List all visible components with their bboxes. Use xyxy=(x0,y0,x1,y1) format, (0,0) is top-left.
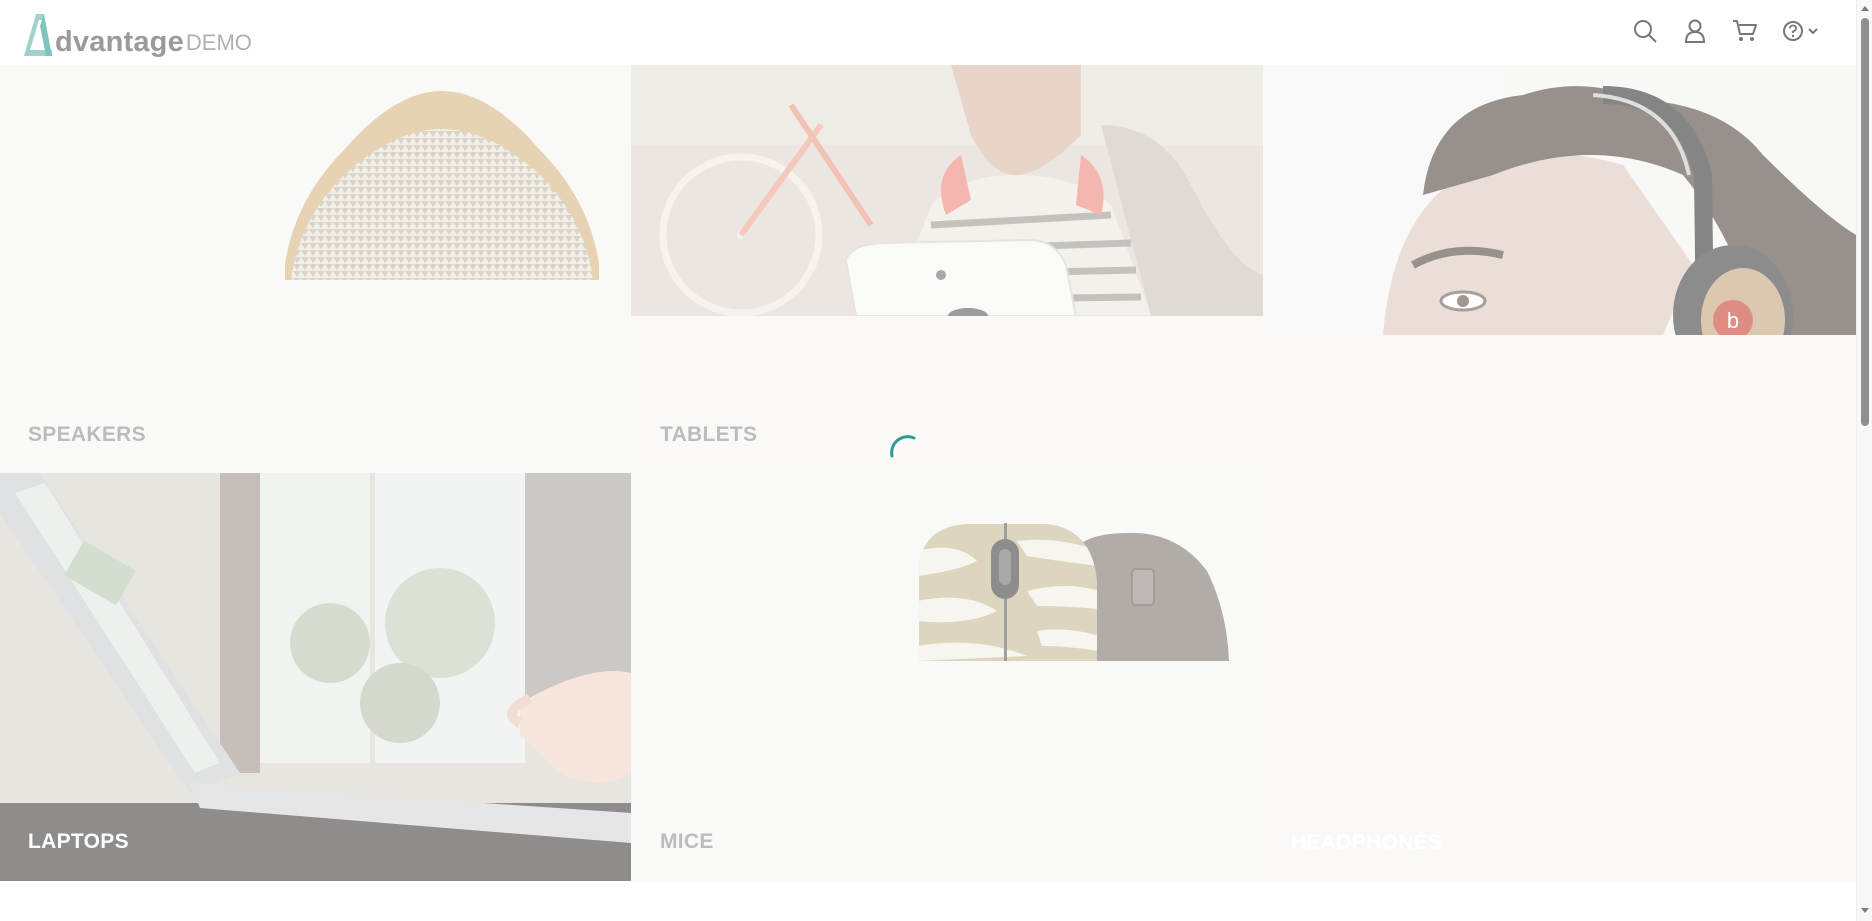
scroll-down-icon[interactable] xyxy=(1860,905,1870,915)
scroll-up-icon[interactable] xyxy=(1860,4,1870,14)
loading-overlay xyxy=(0,65,1856,881)
logo-demo-label: DEMO xyxy=(185,30,252,55)
header-actions xyxy=(1632,18,1822,44)
search-icon[interactable] xyxy=(1632,18,1658,44)
scrollbar-thumb[interactable] xyxy=(1861,18,1869,426)
loading-spinner-icon xyxy=(890,435,916,458)
user-icon[interactable] xyxy=(1682,18,1708,44)
cart-icon[interactable] xyxy=(1732,18,1758,44)
logo-a-mark xyxy=(24,14,52,56)
page-scrollbar[interactable] xyxy=(1856,0,1872,921)
category-grid: SPEAKERS TABLETS b HEADPHONES LAPTOPS MI… xyxy=(0,65,1856,881)
help-menu[interactable] xyxy=(1782,18,1822,44)
top-navigation-bar: dvantage DEMO xyxy=(0,0,1856,65)
advantage-logo[interactable]: dvantage DEMO xyxy=(22,8,252,58)
logo-wordmark: dvantage xyxy=(55,26,184,58)
